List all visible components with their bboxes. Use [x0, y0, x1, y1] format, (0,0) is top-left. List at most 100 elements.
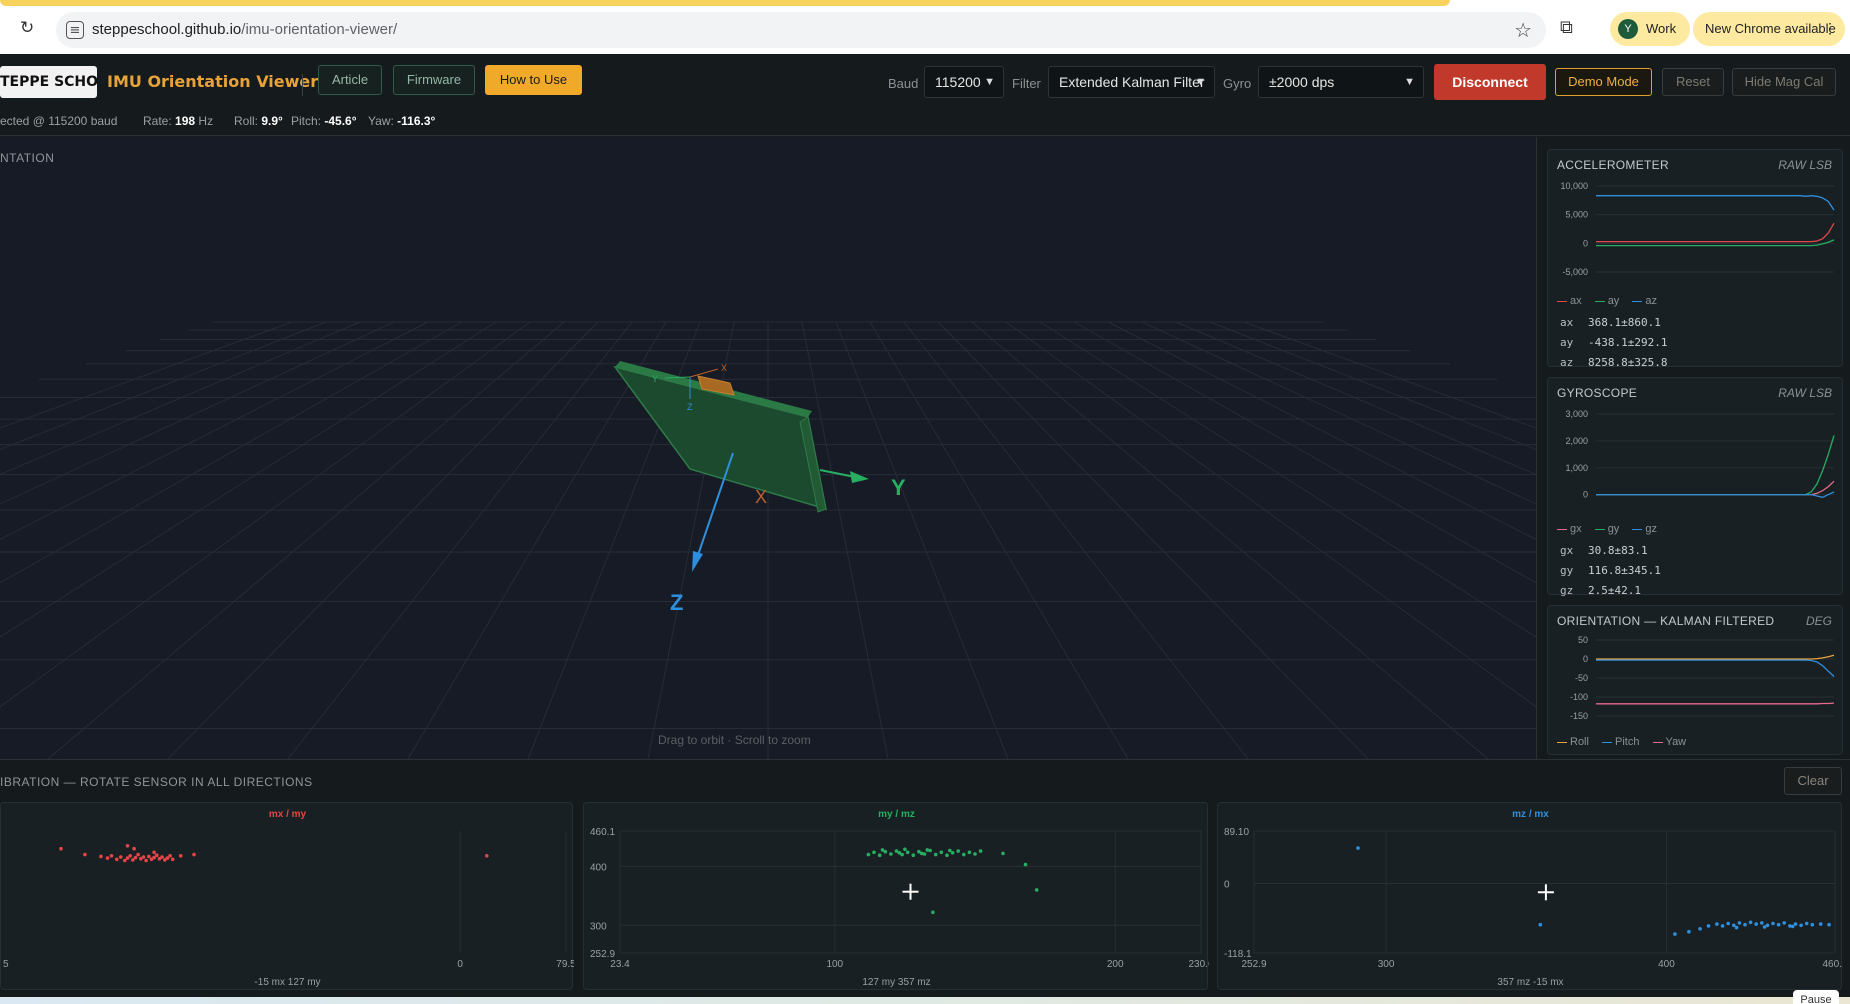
yaw-label: Yaw: [368, 114, 394, 128]
site-info-icon[interactable]: ≡ [66, 21, 84, 39]
scatter-point [132, 846, 136, 851]
stat-row: gz 2.5±42.1 [1560, 584, 1641, 597]
y-tick-label: 3,000 [1565, 409, 1588, 419]
grid-line [0, 321, 293, 429]
scatter-point [1687, 929, 1691, 934]
address-bar[interactable]: ≡ steppeschool.github.io/imu-orientation… [56, 12, 1546, 48]
scatter-point [1748, 920, 1753, 925]
menu-dots-icon[interactable]: ⋮ [1823, 20, 1837, 37]
scatter-point [1720, 924, 1725, 928]
y-tick-label: 89.10 [1224, 827, 1249, 838]
filter-value: Extended Kalman Filter [1059, 74, 1205, 90]
grid-line [903, 321, 1249, 759]
scatter-point [152, 850, 156, 855]
series-line-gx [1596, 480, 1835, 496]
scene-canvas[interactable]: Y X Z X Y Z [0, 137, 1536, 759]
disconnect-button[interactable]: Disconnect [1434, 64, 1546, 100]
scatter-title: my / mz [878, 809, 915, 820]
steppe-school-logo[interactable]: TEPPE SCHOOL [0, 66, 97, 98]
clear-button[interactable]: Clear [1784, 767, 1842, 795]
orientation-legend: Roll Pitch Yaw [1557, 736, 1696, 748]
scatter-point [1734, 925, 1739, 930]
scatter-point [123, 858, 127, 863]
scatter-point [962, 852, 966, 857]
baud-select[interactable]: 115200 ▼ [924, 66, 1004, 98]
stat-row: ay -438.1±292.1 [1560, 336, 1668, 349]
scatter-point [903, 847, 907, 852]
x-tick-label: 460.1 [1822, 959, 1843, 970]
local-z-label: Z [687, 402, 693, 412]
scatter-point [1732, 923, 1736, 928]
grid-line [1243, 321, 1536, 429]
scatter-point [1782, 921, 1786, 925]
y-tick-label: 50 [1578, 635, 1588, 645]
scatter-point [136, 852, 140, 857]
reset-button[interactable]: Reset [1662, 68, 1724, 96]
x-tick-label: 5 [3, 959, 9, 970]
scatter-point [1001, 851, 1005, 856]
legend-gy: gy [1594, 523, 1619, 535]
gyroscope-panel: GYROSCOPE RAW LSB 3,000 2,000 1,000 0 gx gy… [1547, 377, 1843, 597]
accelerometer-panel: ACCELEROMETER RAW LSB 10,000 5,000 0 -5,000… [1547, 149, 1843, 369]
bookmark-star-icon[interactable]: ☆ [1514, 18, 1532, 42]
scatter-point [877, 853, 882, 857]
reload-icon[interactable]: ↻ [20, 18, 40, 38]
y-axis-line [819, 469, 856, 478]
local-y-label: Y [652, 374, 658, 384]
y-tick-label: 2,000 [1565, 436, 1588, 446]
scatter-point [1538, 922, 1543, 927]
firmware-button[interactable]: Firmware [393, 65, 475, 95]
x-tick-label: 0 [457, 959, 463, 970]
filter-select[interactable]: Extended Kalman Filter ▼ [1048, 66, 1215, 98]
scatter-point [1793, 922, 1798, 926]
center-readout: -15 mx 127 my [254, 977, 320, 988]
scatter-point [905, 850, 910, 855]
z-axis-arrow [692, 551, 703, 572]
z-axis-label: Z [670, 590, 683, 615]
gyro-range-select[interactable]: ±2000 dps ▼ [1258, 66, 1424, 98]
y-tick-label: -150 [1570, 711, 1588, 721]
filter-label: Filter [1012, 76, 1041, 91]
scatter-point [925, 848, 930, 852]
gyro-label: Gyro [1223, 76, 1252, 91]
accelerometer-legend: ax ay az [1557, 295, 1667, 307]
y-tick-label: 10,000 [1560, 181, 1588, 191]
url-host: steppeschool.github.io [92, 21, 242, 38]
y-tick-label: 0 [1583, 490, 1588, 500]
chevron-down-icon: ▼ [1195, 76, 1206, 88]
series-line-gz [1596, 491, 1835, 498]
demo-mode-button[interactable]: Demo Mode [1555, 68, 1652, 96]
grid-line [1141, 321, 1536, 505]
chevron-down-icon: ▼ [1404, 76, 1415, 88]
scatter-point [1804, 921, 1809, 926]
grid-line [287, 321, 633, 759]
url-text[interactable]: steppeschool.github.io/imu-orientation-v… [92, 21, 397, 38]
x-tick-label: 230.6 [1188, 959, 1209, 970]
pause-tooltip: Pause [1793, 990, 1839, 1004]
pitch-label: Pitch: [291, 114, 322, 128]
grid-line [167, 321, 599, 759]
update-chrome-button[interactable]: New Chrome available ⋮ [1693, 12, 1845, 46]
hide-mag-cal-button[interactable]: Hide Mag Cal [1732, 68, 1836, 96]
scatter-point [956, 849, 960, 853]
scatter-point [128, 854, 132, 858]
how-to-use-button[interactable]: How to Use [485, 65, 582, 95]
grid-line [0, 321, 327, 450]
scatter-mx-my: mx / my 0 79.5 5 -15 mx 127 my [0, 802, 576, 990]
center-readout: 357 mz -15 mx [1497, 977, 1563, 988]
x-tick-label: 23.4 [610, 959, 630, 970]
gyroscope-stats: gx 30.8±83.1 gy 116.8±345.1 gz 2.5±42.1 [1560, 541, 1661, 601]
rate-readout: Rate: 198 Hz [143, 114, 213, 128]
y-tick-label: -5,000 [1562, 267, 1588, 277]
extensions-icon[interactable]: ⧉ [1560, 17, 1573, 38]
profile-chip[interactable]: Y Work [1610, 12, 1690, 46]
scatter-point [1673, 932, 1677, 936]
rate-unit: Hz [198, 114, 214, 128]
orientation-3d-viewport[interactable]: NTATION Y X Z X Y Z Drag to orbit · Scro… [0, 137, 1536, 759]
page-title: IMU Orientation Viewer [107, 72, 319, 91]
avatar: Y [1618, 19, 1638, 39]
scatter-point [178, 854, 183, 858]
scatter-point [1737, 921, 1742, 925]
article-button[interactable]: Article [318, 65, 382, 95]
baud-label: Baud [888, 76, 919, 91]
